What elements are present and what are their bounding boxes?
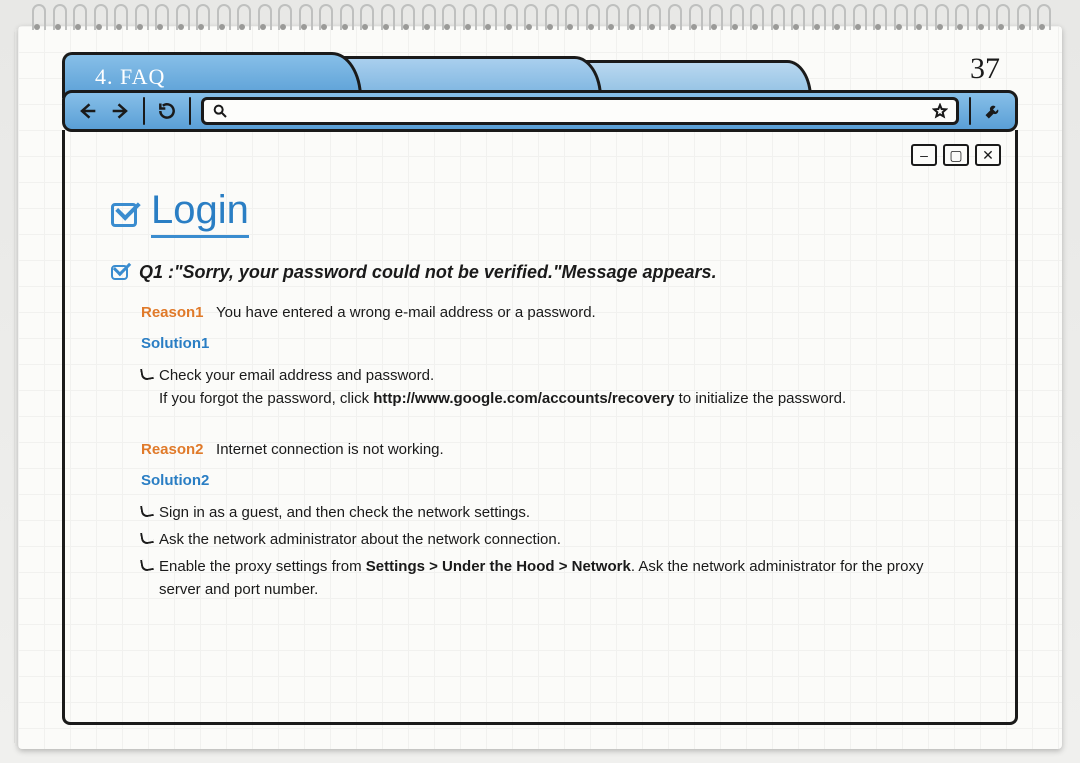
reason1-body: You have entered a wrong e-mail address … — [216, 304, 596, 321]
maximize-button[interactable]: ▢ — [943, 144, 969, 166]
solution1-label: Solution1 — [141, 332, 969, 355]
minimize-icon: – — [920, 147, 928, 163]
forward-button[interactable] — [109, 99, 133, 123]
maximize-icon: ▢ — [949, 147, 962, 164]
tab-active-label: 4. FAQ — [95, 64, 165, 90]
solution1-list: Check your email address and password. I… — [141, 364, 969, 411]
sol1-bullet1: Check your email address and password. — [159, 367, 434, 384]
sol2-bullet1: Sign in as a guest, and then check the n… — [159, 504, 530, 521]
wrench-icon — [983, 101, 1003, 121]
reason1-block: Reason1 You have entered a wrong e-mail … — [141, 301, 969, 410]
close-icon: ✕ — [982, 147, 994, 164]
toolbar-separator — [143, 97, 145, 125]
title-row: Login — [111, 188, 969, 238]
sol2-bullet2: Ask the network administrator about the … — [159, 531, 561, 548]
settings-path: Settings > Under the Hood > Network — [366, 558, 631, 575]
arrow-right-icon — [111, 101, 131, 121]
settings-button[interactable] — [981, 99, 1005, 123]
search-icon — [212, 103, 228, 119]
page-title: Login — [151, 188, 249, 238]
back-button[interactable] — [75, 99, 99, 123]
list-item: Check your email address and password. I… — [141, 364, 969, 411]
reload-button[interactable] — [155, 99, 179, 123]
reason1-text — [208, 304, 216, 321]
toolbar-separator-3 — [969, 97, 971, 125]
page-number: 37 — [970, 52, 1000, 86]
list-item: Enable the proxy settings from Settings … — [141, 555, 969, 602]
close-button[interactable]: ✕ — [975, 144, 1001, 166]
solution2-list: Sign in as a guest, and then check the n… — [141, 501, 969, 602]
toolbar-separator-2 — [189, 97, 191, 125]
star-icon[interactable] — [932, 103, 948, 119]
browser-toolbar — [62, 90, 1018, 132]
checkbox-icon-small — [111, 262, 129, 280]
question-text: Q1 :"Sorry, your password could not be v… — [139, 262, 717, 283]
checkbox-icon — [111, 199, 139, 227]
solution2-label: Solution2 — [141, 469, 969, 492]
address-bar[interactable] — [201, 97, 959, 125]
arrow-left-icon — [77, 101, 97, 121]
reason2-block: Reason2 Internet connection is not worki… — [141, 438, 969, 602]
window-controls: – ▢ ✕ — [911, 144, 1001, 166]
reason1-label: Reason1 — [141, 304, 204, 321]
minimize-button[interactable]: – — [911, 144, 937, 166]
reason2-label: Reason2 — [141, 441, 204, 458]
list-item: Ask the network administrator about the … — [141, 528, 969, 551]
sol1-line2c: to initialize the password. — [674, 390, 846, 407]
reason2-body: Internet connection is not working. — [216, 441, 444, 458]
reload-icon — [157, 101, 177, 121]
notebook-paper: 37 4. FAQ – ▢ ✕ — [18, 26, 1062, 749]
recovery-url[interactable]: http://www.google.com/accounts/recovery — [373, 390, 674, 407]
sol2-b3a: Enable the proxy settings from — [159, 558, 366, 575]
sol1-line2a: If you forgot the password, click — [159, 390, 373, 407]
list-item: Sign in as a guest, and then check the n… — [141, 501, 969, 524]
content-frame: – ▢ ✕ Login Q1 :"Sorry, your password co… — [62, 130, 1018, 725]
spiral-binding — [30, 6, 1050, 34]
question-row: Q1 :"Sorry, your password could not be v… — [111, 262, 969, 283]
